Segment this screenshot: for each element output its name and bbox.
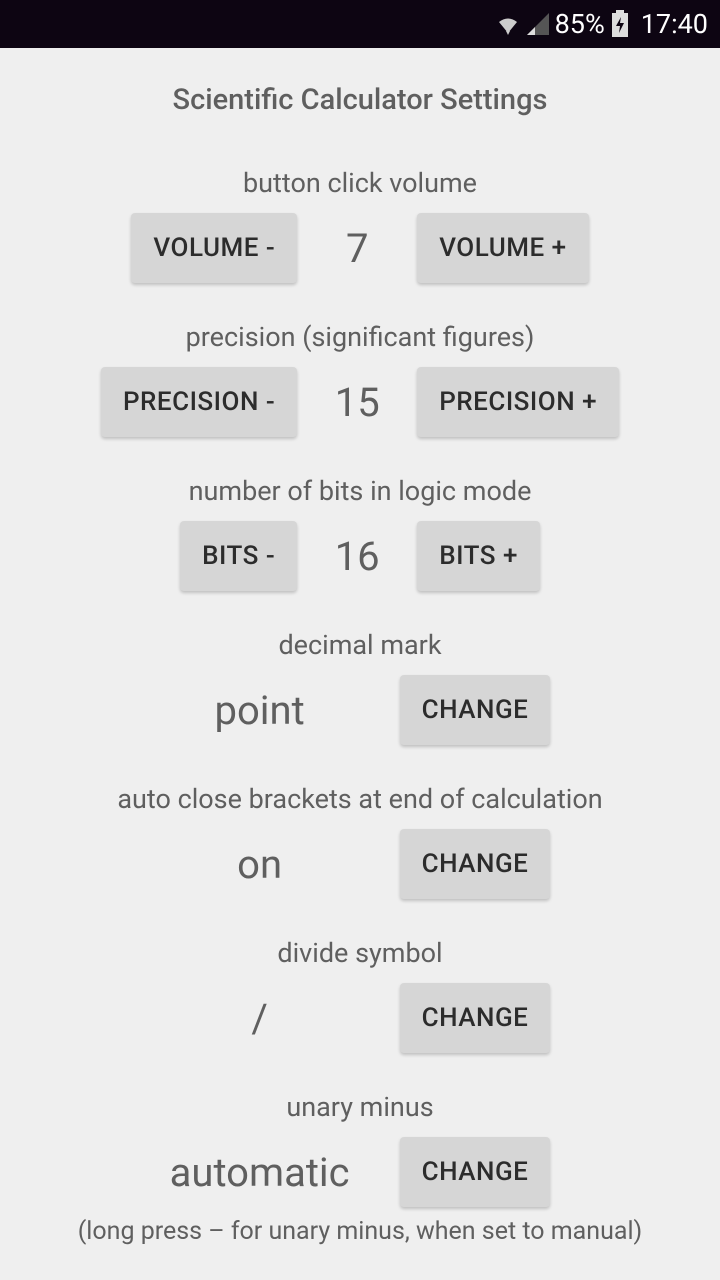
auto-close-change-button[interactable]: CHANGE: [400, 829, 551, 899]
battery-charging-icon: [611, 10, 629, 38]
precision-setting: precision (significant figures) PRECISIO…: [0, 321, 720, 437]
precision-plus-button[interactable]: PRECISION +: [417, 367, 619, 437]
bits-minus-button[interactable]: BITS -: [180, 521, 297, 591]
bits-value: 16: [297, 533, 417, 580]
auto-close-value: on: [170, 841, 350, 888]
volume-setting: button click volume VOLUME - 7 VOLUME +: [0, 167, 720, 283]
divide-symbol-value: /: [170, 995, 350, 1042]
decimal-mark-setting: decimal mark point CHANGE: [0, 629, 720, 745]
volume-label: button click volume: [0, 167, 720, 199]
bits-label: number of bits in logic mode: [0, 475, 720, 507]
unary-minus-label: unary minus: [0, 1091, 720, 1123]
battery-percentage: 85%: [555, 8, 605, 40]
unary-minus-setting: unary minus automatic CHANGE (long press…: [0, 1091, 720, 1246]
clock: 17:40: [641, 8, 708, 40]
decimal-mark-value: point: [170, 687, 350, 734]
precision-minus-button[interactable]: PRECISION -: [101, 367, 297, 437]
unary-minus-change-button[interactable]: CHANGE: [400, 1137, 551, 1207]
unary-minus-value: automatic: [170, 1149, 350, 1196]
auto-close-label: auto close brackets at end of calculatio…: [0, 783, 720, 815]
decimal-mark-change-button[interactable]: CHANGE: [400, 675, 551, 745]
auto-close-setting: auto close brackets at end of calculatio…: [0, 783, 720, 899]
precision-label: precision (significant figures): [0, 321, 720, 353]
precision-value: 15: [297, 379, 417, 426]
volume-plus-button[interactable]: VOLUME +: [417, 213, 588, 283]
status-bar: 85% 17:40: [0, 0, 720, 48]
bits-setting: number of bits in logic mode BITS - 16 B…: [0, 475, 720, 591]
wifi-icon: [495, 13, 521, 35]
unary-minus-hint: (long press – for unary minus, when set …: [0, 1217, 720, 1246]
page-title: Scientific Calculator Settings: [0, 83, 720, 117]
settings-content: Scientific Calculator Settings button cl…: [0, 48, 720, 1274]
volume-minus-button[interactable]: VOLUME -: [131, 213, 297, 283]
bits-plus-button[interactable]: BITS +: [417, 521, 540, 591]
divide-symbol-setting: divide symbol / CHANGE: [0, 937, 720, 1053]
decimal-mark-label: decimal mark: [0, 629, 720, 661]
divide-symbol-change-button[interactable]: CHANGE: [400, 983, 551, 1053]
signal-icon: [527, 13, 549, 35]
divide-symbol-label: divide symbol: [0, 937, 720, 969]
volume-value: 7: [297, 225, 417, 272]
